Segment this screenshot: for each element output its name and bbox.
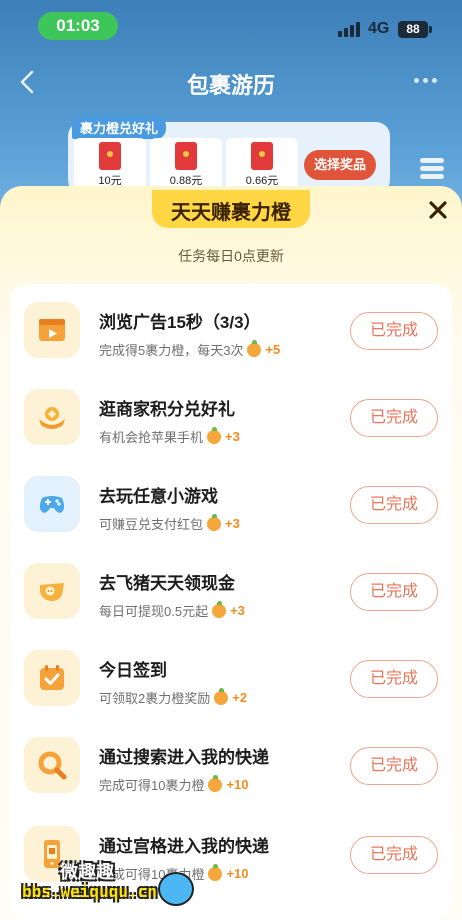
- sheet-subtitle: 任务每日0点更新: [178, 248, 284, 264]
- orange-icon: [212, 600, 227, 618]
- task-reward: +5: [265, 342, 281, 357]
- calendar-check-icon: [24, 650, 80, 706]
- task-done-button[interactable]: 已完成: [350, 836, 438, 874]
- sheet-title-banner: 天天赚裹力橙: [152, 188, 310, 228]
- task-reward: +3: [225, 516, 240, 531]
- task-desc: 完成可得10裹力橙 +10: [99, 774, 249, 794]
- task-row: 逛商家积分兑好礼 有机会抢苹果手机 +3 已完成: [10, 375, 452, 459]
- network-type: 4G: [368, 20, 390, 37]
- task-reward: +10: [226, 866, 249, 881]
- task-desc-text: 完成得5裹力橙，每天3次: [99, 343, 244, 358]
- list-icon[interactable]: [420, 158, 444, 180]
- task-done-button[interactable]: 已完成: [350, 747, 438, 785]
- orange-icon: [207, 426, 222, 444]
- task-title: 通过搜索进入我的快递: [99, 748, 269, 767]
- red-envelope-icon: [99, 142, 121, 170]
- task-row: 浏览广告15秒（3/3） 完成得5裹力橙，每天3次 +5 已完成: [10, 288, 452, 372]
- task-done-button[interactable]: 已完成: [350, 573, 438, 611]
- orange-icon: [247, 339, 262, 357]
- task-desc-text: 有机会抢苹果手机: [99, 430, 204, 445]
- task-title: 浏览广告15秒（3/3）: [99, 313, 261, 332]
- close-icon[interactable]: [428, 200, 448, 220]
- choose-prize-button[interactable]: 选择奖品: [304, 150, 376, 180]
- task-title: 去飞猪天天领现金: [99, 574, 235, 593]
- red-envelope-icon: [175, 142, 197, 170]
- status-bar: 01:03 4G 88: [0, 0, 462, 52]
- nav-bar: 包裹游历: [0, 60, 462, 104]
- watermark: 微趣趣 bbs.weiququ.cn: [22, 856, 222, 916]
- task-done-button[interactable]: 已完成: [350, 312, 438, 350]
- task-row: 去飞猪天天领现金 每日可提现0.5元起 +3 已完成: [10, 549, 452, 633]
- prize-item[interactable]: 0.66元: [226, 138, 298, 190]
- task-desc: 可赚豆兑支付红包 +3: [99, 513, 240, 533]
- gold-ingot-icon: [24, 389, 80, 445]
- task-desc: 每日可提现0.5元起 +3: [99, 600, 245, 620]
- task-desc: 可领取2裹力橙奖励 +2: [99, 687, 248, 707]
- task-row: 通过搜索进入我的快递 完成可得10裹力橙 +10 已完成: [10, 723, 452, 807]
- signal-icon: [338, 22, 360, 37]
- exchange-tag: 裹力橙兑好礼: [72, 116, 167, 139]
- task-title: 今日签到: [99, 661, 167, 680]
- prize-item[interactable]: 10元: [74, 138, 146, 190]
- task-desc-text: 每日可提现0.5元起: [99, 604, 209, 619]
- watermark-text: 微趣趣: [60, 862, 114, 882]
- task-desc-text: 可领取2裹力橙奖励: [99, 691, 211, 706]
- gamepad-icon: [24, 476, 80, 532]
- task-title: 去玩任意小游戏: [99, 487, 218, 506]
- search-icon: [24, 737, 80, 793]
- task-reward: +2: [232, 690, 248, 705]
- sheet-title: 天天赚裹力橙: [171, 202, 291, 224]
- orange-icon: [207, 513, 222, 531]
- task-desc-text: 完成可得10裹力橙: [99, 778, 205, 793]
- task-desc-text: 可赚豆兑支付红包: [99, 517, 204, 532]
- prize-item[interactable]: 0.88元: [150, 138, 222, 190]
- task-title: 逛商家积分兑好礼: [99, 400, 235, 419]
- video-icon: [24, 302, 80, 358]
- task-row: 去玩任意小游戏 可赚豆兑支付红包 +3 已完成: [10, 462, 452, 546]
- task-reward: +10: [226, 777, 249, 792]
- task-done-button[interactable]: 已完成: [350, 486, 438, 524]
- task-done-button[interactable]: 已完成: [350, 399, 438, 437]
- task-done-button[interactable]: 已完成: [350, 660, 438, 698]
- battery-icon: 88: [398, 21, 432, 38]
- watermark-url: bbs.weiququ.cn: [22, 882, 157, 901]
- mascot-icon: [158, 872, 194, 906]
- orange-icon: [208, 774, 223, 792]
- orange-icon: [214, 687, 229, 705]
- fliggy-pig-icon: [24, 563, 80, 619]
- more-icon[interactable]: [414, 78, 437, 83]
- red-envelope-icon: [251, 142, 273, 170]
- task-title: 通过宫格进入我的快递: [99, 837, 269, 856]
- task-row: 今日签到 可领取2裹力橙奖励 +2 已完成: [10, 636, 452, 720]
- task-desc: 有机会抢苹果手机 +3: [99, 426, 240, 446]
- page-title: 包裹游历: [186, 73, 275, 98]
- status-time: 01:03: [38, 12, 118, 40]
- task-reward: +3: [230, 603, 245, 618]
- task-desc: 完成得5裹力橙，每天3次 +5: [99, 339, 281, 359]
- task-reward: +3: [225, 429, 240, 444]
